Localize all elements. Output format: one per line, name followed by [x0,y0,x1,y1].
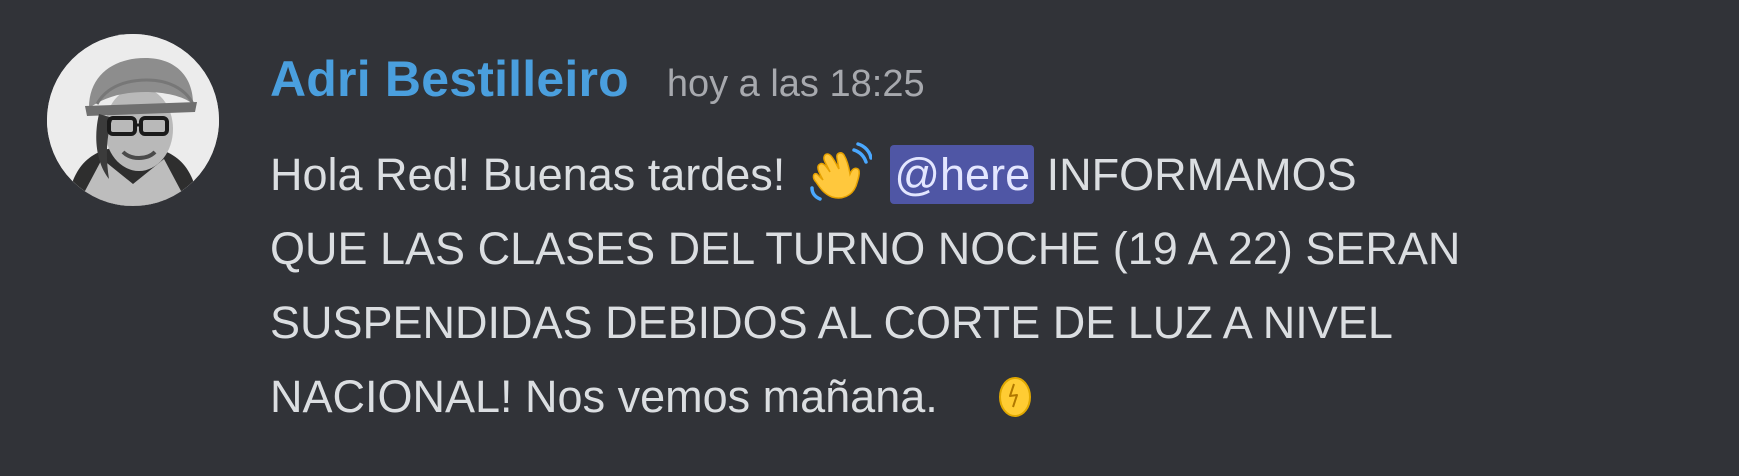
message-text-greeting: Hola Red! Buenas tardes! [270,149,786,200]
message-text-closing: NACIONAL! Nos vemos mañana. [270,371,938,422]
message-text-announcement: INFORMAMOS [1046,149,1357,200]
message-line-3: SUSPENDIDAS DEBIDOS AL CORTE DE LUZ A NI… [270,297,1393,348]
message-line-4: NACIONAL! Nos vemos mañana. [270,360,1700,434]
avatar-photo-icon [47,34,219,206]
waving-hand-icon[interactable] [808,138,873,202]
chat-message: Adri Bestilleiro hoy a las 18:25 Hola Re… [0,0,1739,476]
egg-icon[interactable] [998,366,1032,417]
message-header: Adri Bestilleiro hoy a las 18:25 [270,50,925,120]
message-line-2: QUE LAS CLASES DEL TURNO NOCHE (19 A 22)… [270,223,1461,274]
user-avatar[interactable] [47,34,219,206]
message-content: Hola Red! Buenas tardes! @here INFORMAMO… [270,138,1700,434]
message-timestamp[interactable]: hoy a las 18:25 [667,63,925,106]
message-line-1: Hola Red! Buenas tardes! @here INFORMAMO… [270,138,1700,212]
here-mention[interactable]: @here [890,145,1035,204]
author-username[interactable]: Adri Bestilleiro [270,50,629,108]
